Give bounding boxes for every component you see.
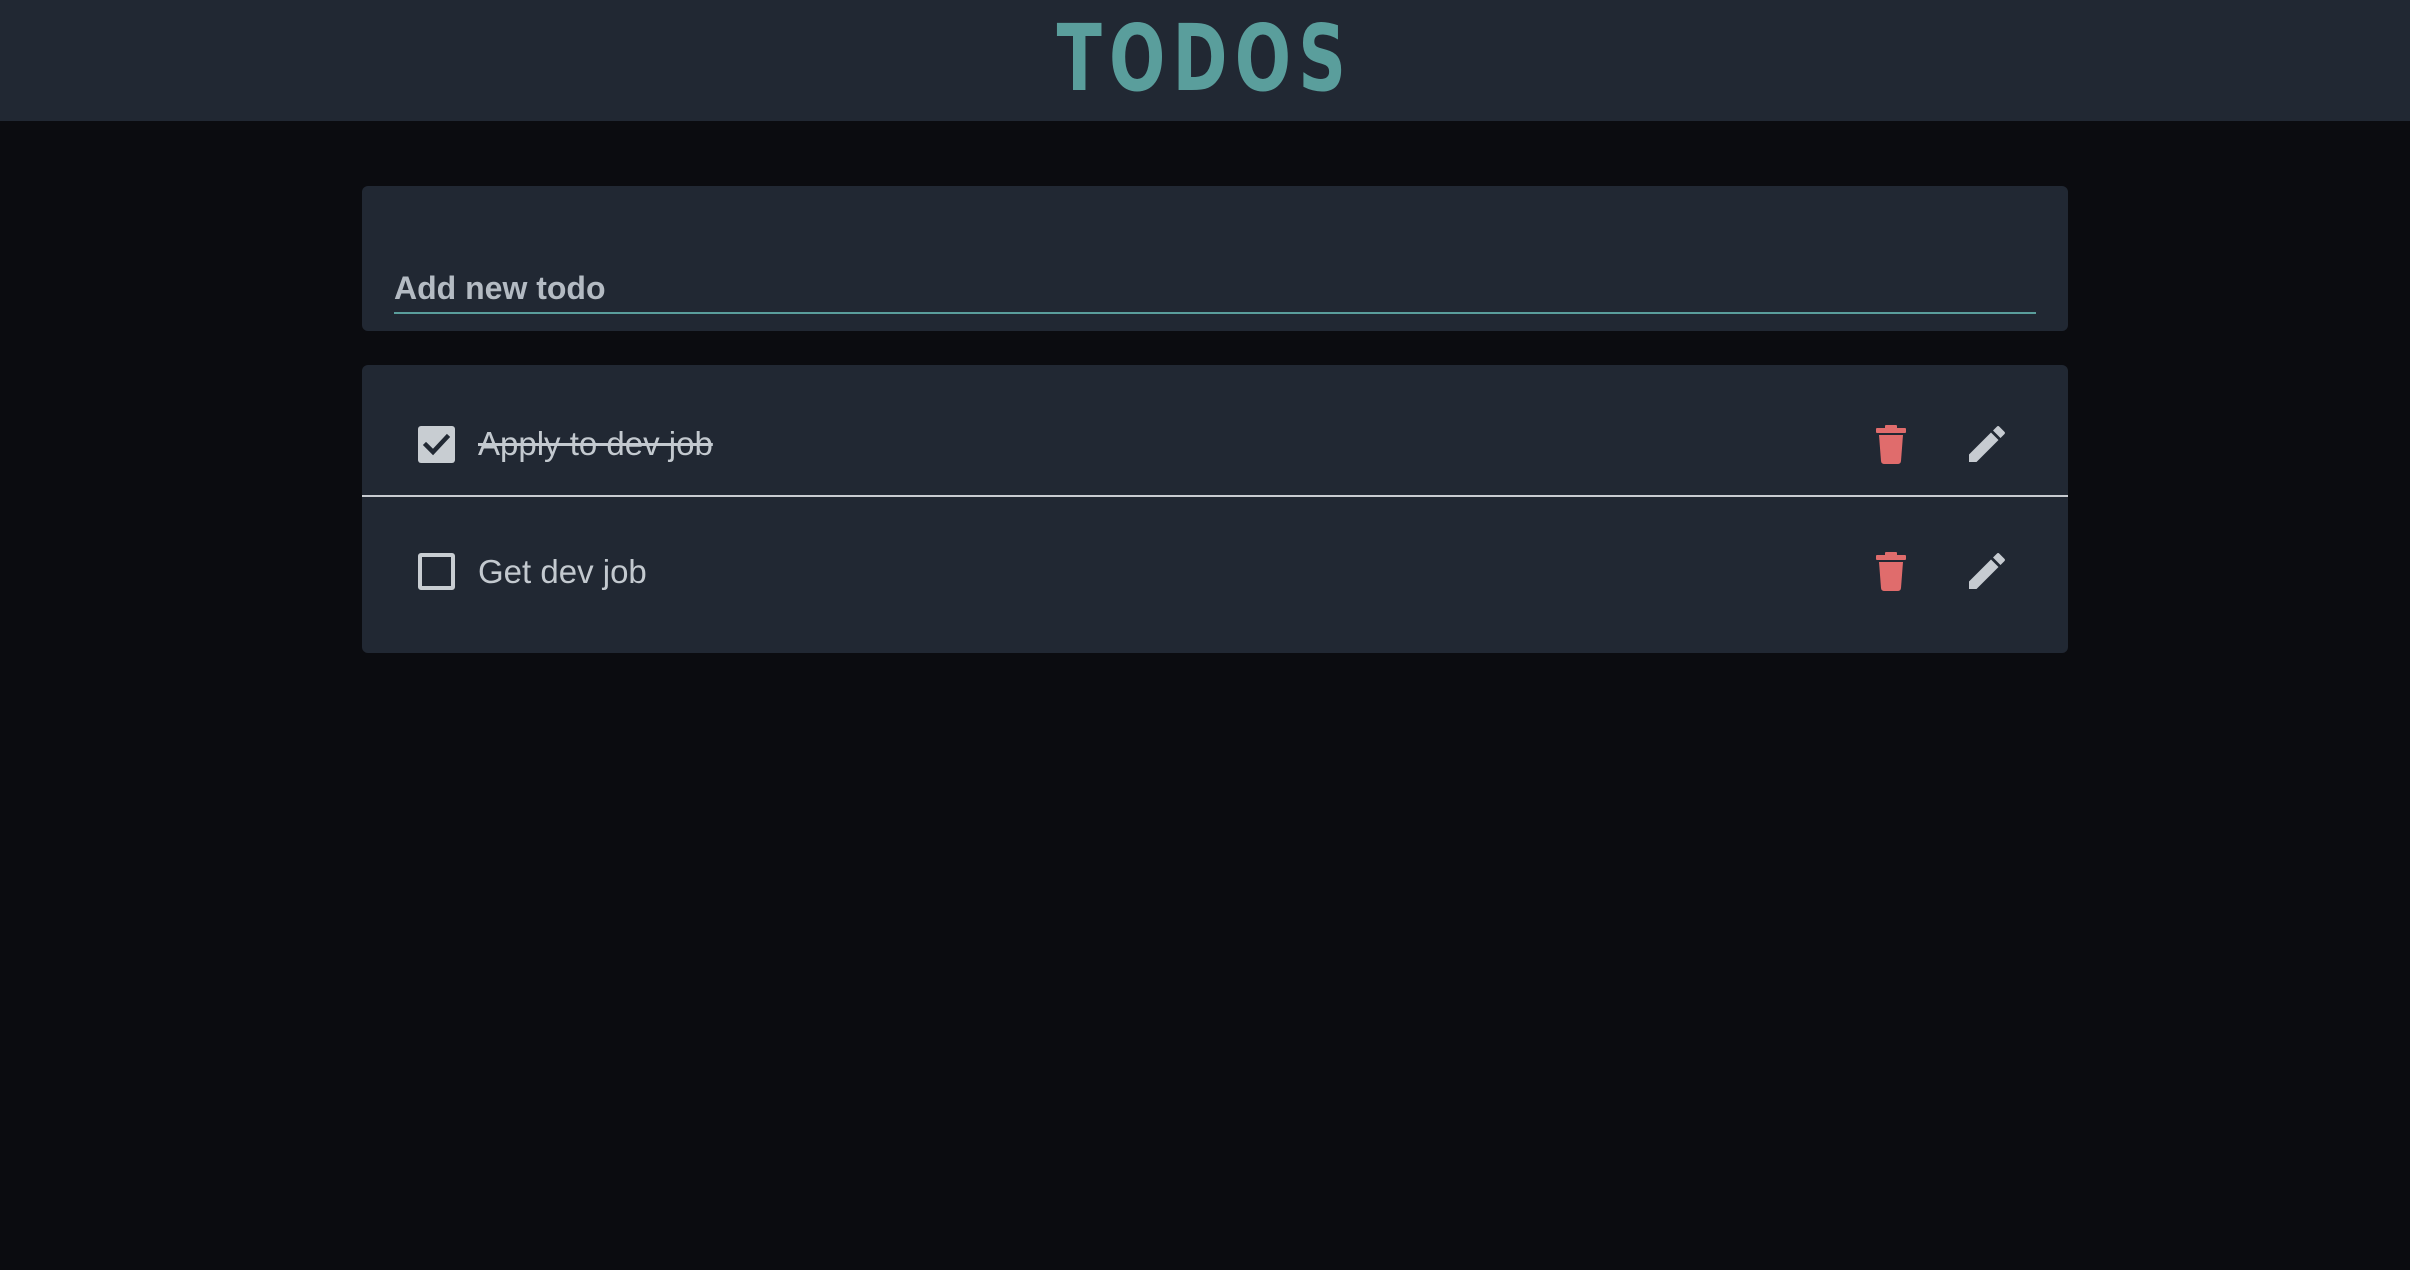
delete-todo-button[interactable] xyxy=(1869,422,1913,466)
todo-item: Get dev job xyxy=(362,497,2068,627)
add-todo-input[interactable] xyxy=(394,264,2036,314)
trash-icon xyxy=(1876,552,1906,591)
add-todo-form xyxy=(362,186,2068,331)
pencil-icon xyxy=(1969,426,2005,462)
todo-checkbox-unchecked[interactable] xyxy=(418,553,455,590)
todo-checkbox-checked[interactable] xyxy=(418,426,455,463)
app-title: TODOS xyxy=(1056,5,1354,112)
edit-todo-button[interactable] xyxy=(1965,422,2009,466)
delete-todo-button[interactable] xyxy=(1869,549,1913,593)
todo-list: Apply to dev job Get dev job xyxy=(362,365,2068,653)
todo-label: Apply to dev job xyxy=(478,425,713,462)
todo-label: Get dev job xyxy=(478,553,647,590)
check-icon xyxy=(423,433,450,456)
pencil-icon xyxy=(1969,553,2005,589)
todo-item: Apply to dev job xyxy=(362,365,2068,497)
trash-icon xyxy=(1876,425,1906,464)
app-header: TODOS xyxy=(0,0,2410,121)
edit-todo-button[interactable] xyxy=(1965,549,2009,593)
